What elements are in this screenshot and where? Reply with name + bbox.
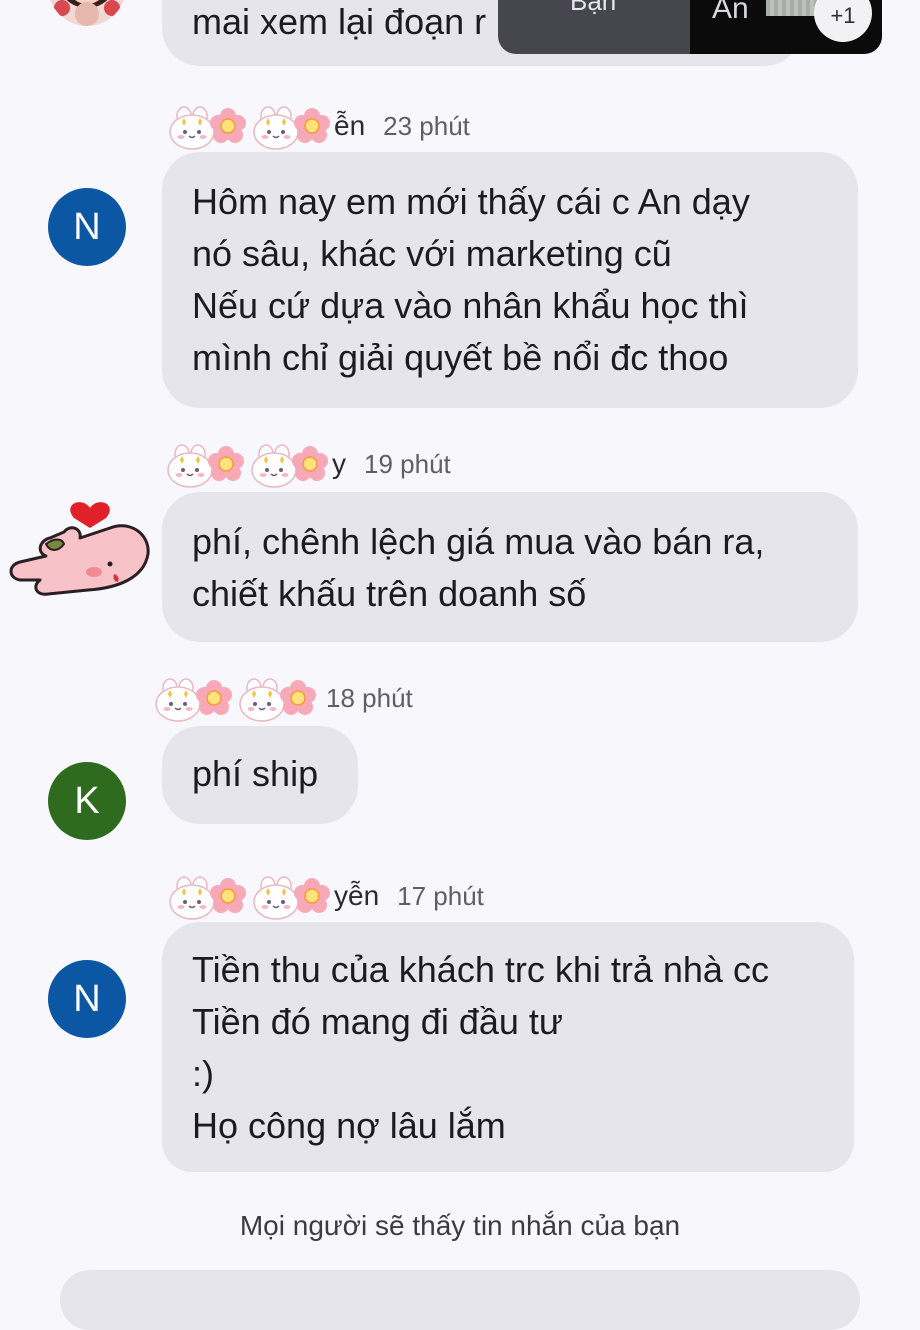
message-input-bar[interactable] (60, 1270, 860, 1330)
message-line: phí ship (192, 753, 319, 794)
avatar-n[interactable]: N (48, 188, 126, 266)
profile-photo-icon (54, 0, 120, 26)
message-bubble[interactable]: Tiền thu của khách trc khi trả nhà cc Ti… (162, 922, 854, 1172)
avatar-n[interactable]: N (48, 960, 126, 1038)
message-line: Họ công nợ lâu lắm (192, 1105, 506, 1146)
sender-name: yễn (334, 880, 380, 911)
message-line: Hôm nay em mới thấy cái c An dạy (192, 181, 750, 222)
message-bubble[interactable]: phí ship (162, 726, 358, 824)
message-line: Tiền đó mang đi đầu tư (192, 1001, 563, 1042)
bunny-flower-sticker-icon (168, 872, 340, 920)
profile-photo-avatar[interactable] (48, 0, 126, 26)
call-overlay[interactable]: Bạn An +1 (498, 0, 882, 54)
hand-heart-sticker-icon (9, 502, 150, 596)
participant-thumbnail (766, 0, 818, 16)
message-sender-row: 18 phút (154, 676, 413, 720)
sender-name: y (332, 448, 346, 479)
message-line: Tiền thu của khách trc khi trả nhà cc (192, 949, 769, 990)
call-overlay-label: Bạn (570, 0, 617, 16)
message-line: phí, chênh lệch giá mua vào bán ra, (192, 521, 765, 562)
message-bubble[interactable]: phí, chênh lệch giá mua vào bán ra, chiế… (162, 492, 858, 642)
bunny-flower-sticker-icon (166, 440, 338, 488)
message-line: chiết khấu trên doanh số (192, 573, 587, 614)
message-line: Nếu cứ dựa vào nhân khẩu học thì (192, 285, 749, 326)
sender-name: ễn (334, 110, 366, 141)
call-participant-name: An (712, 0, 749, 25)
message-line: nó sâu, khác với marketing cũ (192, 233, 672, 274)
message-time: 18 phút (326, 682, 413, 713)
bunny-flower-sticker-icon (154, 674, 326, 722)
message-line: mình chỉ giải quyết bề nổi đc thoo (192, 337, 729, 378)
message-sender-row: yễn 17 phút (168, 874, 484, 918)
message-line: :) (192, 1053, 214, 1094)
bunny-flower-sticker-icon (168, 102, 340, 150)
avatar-sticker[interactable] (6, 494, 160, 610)
avatar-k[interactable]: K (48, 762, 126, 840)
message-time: 17 phút (397, 880, 484, 911)
message-sender-row: ễn 23 phút (168, 104, 470, 148)
message-sender-row: y 19 phút (166, 442, 451, 486)
message-time: 19 phút (364, 448, 451, 479)
visibility-note: Mọi người sẽ thấy tin nhắn của bạn (239, 1210, 681, 1241)
message-time: 23 phút (383, 110, 470, 141)
message-bubble[interactable]: Hôm nay em mới thấy cái c An dạy nó sâu,… (162, 152, 858, 408)
